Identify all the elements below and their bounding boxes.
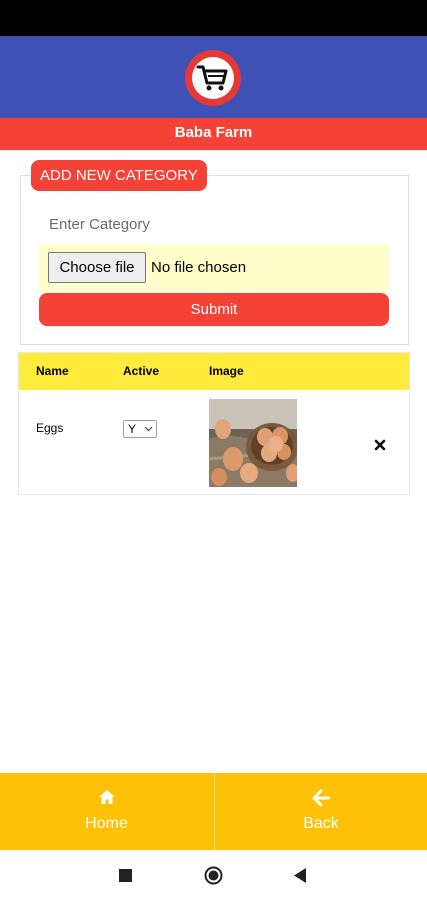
status-bar <box>0 0 427 36</box>
category-table: Name Active Image Eggs Y <box>18 352 410 495</box>
choose-file-button[interactable]: Choose file <box>48 252 146 283</box>
chevron-down-icon <box>144 426 153 432</box>
nav-home-label: Home <box>85 815 128 832</box>
bottom-nav: Home Back <box>0 773 427 850</box>
arrow-left-icon <box>312 789 330 807</box>
file-status-text: No file chosen <box>151 259 247 276</box>
nav-back-button[interactable]: Back <box>214 773 427 850</box>
submit-button[interactable]: Submit <box>39 293 389 326</box>
nav-back-label: Back <box>303 815 339 832</box>
eggs-image <box>209 399 297 487</box>
app-header <box>0 36 427 118</box>
page-title: Baba Farm <box>0 118 427 150</box>
category-name-cell: Eggs <box>36 421 64 435</box>
form-legend: ADD NEW CATEGORY <box>31 160 207 191</box>
back-triangle-icon[interactable] <box>294 868 307 883</box>
column-header-image: Image <box>209 364 244 378</box>
shopping-cart-icon <box>185 50 241 106</box>
category-input[interactable] <box>39 206 389 242</box>
active-select-value: Y <box>128 422 137 436</box>
column-header-active: Active <box>123 364 160 378</box>
active-select[interactable]: Y <box>123 420 157 438</box>
file-picker-row: Choose file No file chosen <box>39 244 389 292</box>
close-icon[interactable] <box>374 439 386 451</box>
table-header-row: Name Active Image <box>19 353 409 390</box>
system-navigation-bar <box>0 850 427 900</box>
column-header-name: Name <box>36 364 69 378</box>
recents-icon[interactable] <box>119 869 132 882</box>
home-circle-icon[interactable] <box>204 866 223 885</box>
home-icon <box>98 790 115 804</box>
nav-home-button[interactable]: Home <box>0 773 213 850</box>
